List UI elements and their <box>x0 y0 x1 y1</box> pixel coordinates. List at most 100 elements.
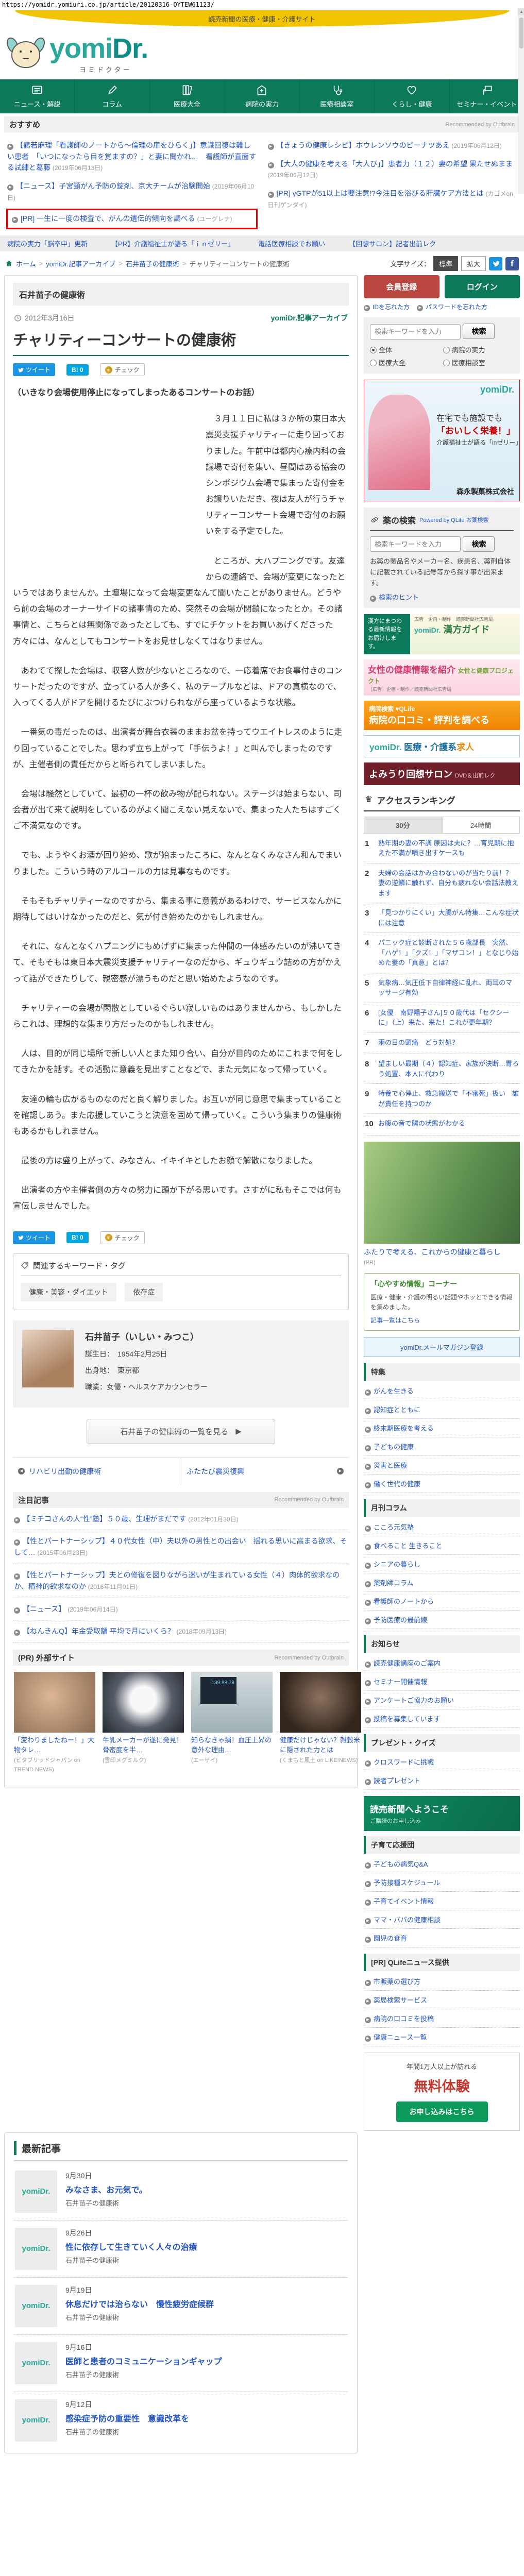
qlife-news-link[interactable]: ▶ 健康ニュース一覧 <box>364 2028 520 2046</box>
tokushu-link[interactable]: ▶ 子どもの健康 <box>364 1437 520 1456</box>
outbrain-credit[interactable]: Recommended by Outbrain <box>274 1655 344 1661</box>
quick-link[interactable]: 電話医療相談でお願い <box>258 239 325 248</box>
nav-life-health[interactable]: くらし・健康 <box>375 79 450 113</box>
notice-link[interactable]: ▶ 読売健康講座のご案内 <box>364 1654 520 1672</box>
forgot-id-link[interactable]: ▶ IDを忘れた方 <box>364 302 410 312</box>
nav-seminar-event[interactable]: セミナー・イベント <box>450 79 524 113</box>
kosodate-link[interactable]: ▶ 子育てイベント情報 <box>364 1892 520 1910</box>
facebook-share-button[interactable]: f <box>505 257 519 270</box>
tokushu-link[interactable]: ▶ 認知症とともに <box>364 1400 520 1419</box>
kampo-guide-banner[interactable]: 漢方にまつわる最新情報をお届けします。 広告 企画・制作 読売新聞社広告局 yo… <box>364 614 520 654</box>
search-input[interactable] <box>370 324 461 340</box>
kokoroyasume-link[interactable]: 記事一覧はこちら <box>370 1317 420 1324</box>
featured-link[interactable]: ▶ 【ミチコさんの人“性”塾】５０歳、生理がまだです (2012年01月30日) <box>13 1508 349 1531</box>
ranking-item[interactable]: 1 熟年期の妻の不調 原因は夫に？…育児期に抱えた不満が噴き出すケースも <box>364 834 520 863</box>
tag-chip[interactable]: 依存症 <box>125 1282 163 1301</box>
kosodate-link[interactable]: ▶ ママ・パパの健康相談 <box>364 1910 520 1929</box>
quick-link[interactable]: 【PR】介護福祉士が語る「ｉｎゼリー」 <box>111 239 234 248</box>
monthly-link[interactable]: ▶ シニアの暮らし <box>364 1555 520 1573</box>
monthly-link[interactable]: ▶ 食べること 生きること <box>364 1536 520 1555</box>
kosodate-link[interactable]: ▶ 園児の食育 <box>364 1929 520 1947</box>
site-logo[interactable]: yomiDr. ヨミドクター <box>49 35 148 74</box>
next-article-link[interactable]: ふたたび震災復興 ▶ <box>181 1458 349 1485</box>
twitter-share-button[interactable] <box>489 257 502 270</box>
trial-apply-button[interactable]: お申し込みはこちら <box>396 2101 488 2122</box>
ranking-item[interactable]: 3 「見つかりにくい」大腸がん特集…こんな症状には注意 <box>364 903 520 934</box>
qlife-news-link[interactable]: ▶ 市販薬の選び方 <box>364 1972 520 1991</box>
search-hint-link[interactable]: ▶ 検索のヒント <box>370 592 514 602</box>
ranking-item[interactable]: 6 [女優 南野陽子さん]５０歳代は「セクシーに」（上）来た、来た！これが更年期？ <box>364 1003 520 1033</box>
kosodate-link[interactable]: ▶ 子どもの病気Q&A <box>364 1855 520 1873</box>
register-button[interactable]: 会員登録 <box>364 275 440 299</box>
ranking-item[interactable]: 2 夫婦の会話はかみ合わないのが当たり前！？ 妻の逆鱗に触れず、自分も疲れない会話… <box>364 863 520 904</box>
hatena-bookmark-button[interactable]: B! 0 <box>66 364 89 376</box>
ranking-tab-30min[interactable]: 30分 <box>364 816 442 834</box>
qlife-news-link[interactable]: ▶ 病院の口コミを投稿 <box>364 2009 520 2028</box>
latest-item[interactable]: yomiDr. 9月26日 性に依存して生きていく人々の治療 石井苗子の健康術 <box>14 2221 348 2278</box>
search-scope-encyclopedia[interactable]: 医療大全 <box>370 358 441 367</box>
breadcrumb-archive[interactable]: yomiDr.記事アーカイブ <box>46 259 115 268</box>
yomiuri-subscription-banner[interactable]: 読売新聞へようこそ ご購読のお申し込み <box>364 1795 520 1831</box>
login-button[interactable]: ログイン <box>444 275 520 299</box>
ranking-item[interactable]: 4 パニック症と診断された５６歳部長 突然、「ハゲ！」「クズ！」「マザコン！」とな… <box>364 933 520 973</box>
women-health-banner[interactable]: 女性の健康情報を紹介 女性と健康プロジェクト ［広告］企画・制作／読売新聞社広告… <box>364 659 520 696</box>
fontsize-large-button[interactable]: 拡大 <box>461 256 486 272</box>
archive-link[interactable]: yomiDr.記事アーカイブ <box>271 313 348 323</box>
search-scope-consult[interactable]: 医療相談室 <box>443 358 514 367</box>
ranking-item[interactable]: 7 雨の日の頭痛 どう対処？ <box>364 1033 520 1055</box>
mixi-check-button[interactable]: m チェック <box>99 363 145 377</box>
trial-ad-box[interactable]: 年間1万人以上が訪れる 無料体験 お申し込みはこちら <box>364 2052 520 2131</box>
qlife-news-link[interactable]: ▶ 薬局検索サービス <box>364 1991 520 2009</box>
scrollbar-thumb[interactable] <box>519 18 523 48</box>
kosodate-link[interactable]: ▶ 予防接種スケジュール <box>364 1873 520 1892</box>
outbrain-credit[interactable]: Recommended by Outbrain <box>445 122 515 128</box>
tweet-button[interactable]: ツイート <box>13 363 56 377</box>
quick-link[interactable]: 病院の実力「脳卒中」更新 <box>7 239 88 248</box>
latest-item[interactable]: yomiDr. 9月19日 休息だけでは治らない 慢性疲労症候群 石井苗子の健康… <box>14 2278 348 2335</box>
in-jelly-ad[interactable]: yomiDr. 在宅でも施設でも 「おいしく栄養！」 介護福祉士が語る「inゼリ… <box>364 379 520 501</box>
nav-hospital-ranking[interactable]: 病院の実力 <box>225 79 300 113</box>
monthly-link[interactable]: ▶ 薬剤師コラム <box>364 1573 520 1592</box>
monthly-link[interactable]: ▶ こころ元気塾 <box>364 1518 520 1536</box>
monthly-link[interactable]: ▶ 予防医療の最前線 <box>364 1611 520 1629</box>
search-scope-hospital[interactable]: 病院の実力 <box>443 345 514 354</box>
present-link[interactable]: ▶ クロスワードに挑戦 <box>364 1753 520 1771</box>
featured-link[interactable]: ▶ 【ねんきんQ】年金受取額 平均で月にいくら？ (2018年09月13日) <box>13 1620 349 1643</box>
tokushu-link[interactable]: ▶ がんを生きる <box>364 1382 520 1400</box>
outbrain-credit[interactable]: Recommended by Outbrain <box>274 1497 344 1503</box>
ranking-item[interactable]: 9 特養で心停止、救急搬送で「不審死」扱い 誰が責任を持つのか <box>364 1084 520 1114</box>
recommend-link[interactable]: ▶ 【鶴若麻理「看護師のノートから～倫理の扉をひらく」】意識回復は難しい患者 「い… <box>6 137 258 177</box>
mailmagazine-banner[interactable]: yomiDr.メールマガジン登録 <box>364 1336 520 1357</box>
scrollbar[interactable]: ▲ <box>518 8 524 194</box>
tag-chip[interactable]: 健康・美容・ダイエット <box>21 1282 116 1301</box>
breadcrumb-home[interactable]: ホーム <box>16 259 36 268</box>
latest-item[interactable]: yomiDr. 9月16日 医師と患者のコミュニケーションギャップ 石井苗子の健… <box>14 2335 348 2392</box>
present-link[interactable]: ▶ 読者プレゼント <box>364 1771 520 1790</box>
search-scope-all[interactable]: 全体 <box>370 345 441 354</box>
tokushu-link[interactable]: ▶ 災害と医療 <box>364 1456 520 1475</box>
nav-medical-encyclopedia[interactable]: 医療大全 <box>150 79 225 113</box>
nav-consultation[interactable]: 医療相談室 <box>300 79 375 113</box>
fontsize-standard-button[interactable]: 標準 <box>433 256 458 272</box>
drug-search-button[interactable]: 検索 <box>463 536 495 552</box>
mixi-check-button[interactable]: m チェック <box>99 1231 145 1244</box>
forgot-password-link[interactable]: ▶ パスワードを忘れた方 <box>417 302 487 312</box>
quick-link[interactable]: 【回想サロン】記者出前レク <box>349 239 436 248</box>
tokushu-link[interactable]: ▶ 終末期医療を考える <box>364 1419 520 1437</box>
featured-link[interactable]: ▶ 【ニュース】 (2019年06月14日) <box>13 1598 349 1620</box>
ranking-tab-24h[interactable]: 24時間 <box>442 816 520 834</box>
pr-card[interactable]: 健康だけじゃない？雑穀米に隠された力とは (くまもと風土 on LIKE!NEW… <box>280 1672 361 1774</box>
recommend-link[interactable]: ▶ 【大人の健康を考える「大人び」】患者力（１２）妻の希望 果たせぬまま (201… <box>267 155 518 184</box>
ranking-item[interactable]: 10 お腹の音で腸の状態がわかる <box>364 1114 520 1136</box>
hatena-bookmark-button[interactable]: B! 0 <box>66 1232 89 1244</box>
featured-link[interactable]: ▶ 【性とパートナーシップ】夫との修復を図りながら迷いが生まれている女性（４）肉体… <box>13 1564 349 1598</box>
series-list-button[interactable]: 石井苗子の健康術の一覧を見る ▶ <box>87 1418 275 1444</box>
prev-article-link[interactable]: ◀ リハビリ出勤の健康術 <box>13 1458 181 1485</box>
scroll-up-icon[interactable]: ▲ <box>518 8 524 15</box>
pr-card[interactable]: 139 88 78 知らなきゃ損！血圧上昇の意外な理由… (エーザイ) <box>191 1672 273 1774</box>
recommend-link-pr-highlighted[interactable]: ▶ [PR] 一生に一度の検査で、がんの遺伝的傾向を調べる (ユーグレナ) <box>6 209 258 230</box>
ranking-item[interactable]: 5 気象病…気圧低下自律神経に乱れ、両耳のマッサージ有効 <box>364 973 520 1003</box>
latest-item[interactable]: yomiDr. 9月12日 感染症予防の重要性 意識改革を 石井苗子の健康術 <box>14 2392 348 2449</box>
sidebar-pr-card[interactable]: ふたりで考える、これからの健康と暮らし (PR) <box>364 1141 520 1267</box>
notice-link[interactable]: ▶ セミナー開催情報 <box>364 1672 520 1691</box>
